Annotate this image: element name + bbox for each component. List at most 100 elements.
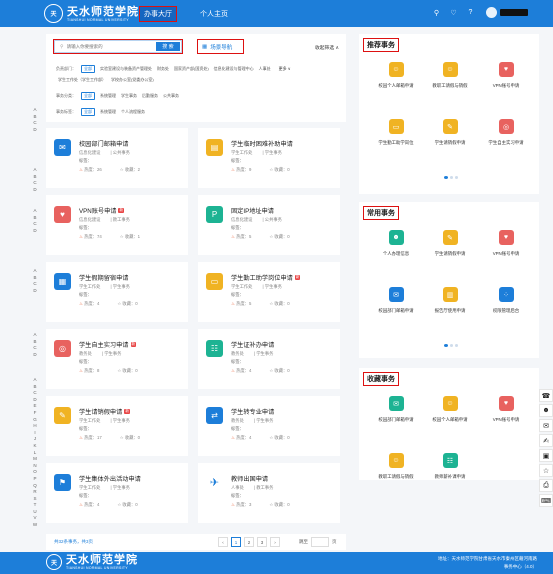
star-icon[interactable]: ☆ xyxy=(117,502,121,507)
service-title[interactable]: 学生临时困难补助申请 xyxy=(231,139,293,148)
alpha-index-letter[interactable]: V xyxy=(32,515,38,522)
dept-option[interactable]: 人事处 xyxy=(259,66,271,72)
panel-service-item[interactable]: ✎ 学生请销假申请 xyxy=(421,119,479,146)
carousel-dot[interactable] xyxy=(444,176,448,179)
dept-option[interactable]: 学生工作处（学生工作部） xyxy=(58,77,106,83)
alpha-index-letter[interactable]: B xyxy=(32,215,38,222)
alpha-index-letter[interactable]: B xyxy=(32,384,38,391)
alpha-index-letter[interactable]: C xyxy=(32,390,38,397)
alpha-index-letter[interactable]: K xyxy=(32,443,38,450)
dept-option[interactable]: 国家资产部(国资处) xyxy=(174,66,209,72)
service-title[interactable]: 学生集体外出活动申请 xyxy=(79,474,141,483)
panel-service-item[interactable]: ▭ 学生勤工助学岗位 xyxy=(367,119,425,146)
dept-option[interactable]: 信息化建设与管理中心 xyxy=(214,66,254,72)
alpha-index-letter[interactable]: A xyxy=(32,377,38,384)
alpha-index-letter[interactable]: R xyxy=(32,489,38,496)
alpha-index-letter[interactable]: A xyxy=(32,167,38,174)
service-title[interactable]: VPN账号申请新 xyxy=(79,206,124,215)
panel-service-item[interactable]: ☺ 教职工请假与销假 xyxy=(421,62,479,89)
type-option[interactable]: 学生事务 xyxy=(121,93,137,99)
alpha-index-letter[interactable]: S xyxy=(32,496,38,503)
dept-more-button[interactable]: 更多 ∨ xyxy=(279,66,291,72)
service-card[interactable]: ▦ 学生假期留宿申请 学生工作处 | 学生事务 标签： ♨ 热度：4 ☆ 收藏：0 xyxy=(46,262,188,322)
panel-service-item[interactable]: ☺ 校园个人邮箱申请 xyxy=(421,396,479,423)
service-card[interactable]: P 固定IP地址申请 信息化建设 | 公共事务 标签： ♨ 热度：5 ☆ 收藏：0 xyxy=(198,195,340,255)
nav-personal-home[interactable]: 个人主页 xyxy=(196,7,232,21)
panel-service-item[interactable]: ♥ VPN账号申请 xyxy=(477,396,535,423)
service-title[interactable]: 学生请销假申请新 xyxy=(79,407,130,416)
type-option[interactable]: 后勤服务 xyxy=(142,93,158,99)
service-title[interactable]: 校园部门邮箱申请 xyxy=(79,139,129,148)
collapse-filter-toggle[interactable]: 收起筛选 ∧ xyxy=(315,44,339,51)
alpha-index-letter[interactable]: A xyxy=(32,332,38,339)
star-icon[interactable]: ☆ xyxy=(269,435,273,440)
star-icon[interactable]: ☆ xyxy=(120,167,124,172)
panel-service-item[interactable]: ♥ VPN账号申请 xyxy=(477,62,535,89)
star-icon[interactable]: ☆ xyxy=(269,301,273,306)
carousel-dots[interactable] xyxy=(444,344,458,347)
alpha-index-letter[interactable]: C xyxy=(32,345,38,352)
user-name-redacted[interactable] xyxy=(500,9,528,16)
service-card[interactable]: ✈ 教师出国申请 人事处 | 教工事务 标签： ♨ 热度：3 ☆ 收藏：0 xyxy=(198,463,340,523)
alpha-index-letter[interactable]: L xyxy=(32,450,38,457)
service-title[interactable]: 学生自主实习申请新 xyxy=(79,340,136,349)
star-icon[interactable]: ☆ xyxy=(117,301,121,306)
service-card[interactable]: ▭ 学生勤工助学岗位申请新学生工作处 | 学生事务 标签： ♨ 热度：5 ☆ 收藏：0 xyxy=(198,262,340,322)
star-icon[interactable]: ☆ xyxy=(269,502,273,507)
alpha-index-letter[interactable]: P xyxy=(32,476,38,483)
user-card-icon[interactable]: ☻ xyxy=(539,404,553,417)
alpha-index-letter[interactable]: B xyxy=(32,339,38,346)
panel-service-item[interactable]: ▥ 报告厅使用申请 xyxy=(421,287,479,314)
service-title[interactable]: 教师出国申请 xyxy=(231,474,268,483)
panel-service-item[interactable]: ✎ 学生请销假申请 xyxy=(421,230,479,257)
bell-icon[interactable]: ♡ xyxy=(449,8,458,17)
alpha-index-letter[interactable]: C xyxy=(32,221,38,228)
carousel-dot[interactable] xyxy=(444,344,448,347)
page-1-button[interactable]: 1 xyxy=(231,537,241,547)
alpha-index-letter[interactable]: D xyxy=(32,397,38,404)
dept-option[interactable]: 全部 xyxy=(81,65,95,73)
alpha-index-letter[interactable]: U xyxy=(32,509,38,516)
star-icon[interactable]: ☆ xyxy=(117,368,121,373)
message-icon[interactable]: ✉ xyxy=(539,419,553,432)
alpha-index-letter[interactable]: G xyxy=(32,417,38,424)
panel-service-item[interactable]: ✉ 校园部门邮箱申请 xyxy=(367,396,425,423)
star-icon[interactable]: ☆ xyxy=(120,234,124,239)
alpha-index-letter[interactable]: C xyxy=(32,281,38,288)
panel-service-item[interactable]: ☺ 教职工请假与销假 xyxy=(367,453,425,480)
star-icon[interactable]: ☆ xyxy=(120,435,124,440)
jump-page-input[interactable] xyxy=(311,537,329,547)
carousel-dot[interactable] xyxy=(450,176,453,179)
alpha-index-letter[interactable]: I xyxy=(32,430,38,437)
alpha-index-letter[interactable]: D xyxy=(32,352,38,359)
school-logo[interactable]: 天 天水师范学院 TIANSHUI NORMAL UNIVERSITY xyxy=(44,4,139,23)
alpha-index-letter[interactable]: D xyxy=(32,187,38,194)
chat-icon[interactable]: ☎ xyxy=(539,389,553,402)
dept-option[interactable]: 学校办公室(党委办公室) xyxy=(111,77,154,83)
next-page-button[interactable]: › xyxy=(270,537,280,547)
alpha-index-letter[interactable]: N xyxy=(32,463,38,470)
service-card[interactable]: ⇄ 学生转专业申请 教务处 | 学生事务 标签： ♨ 热度：4 ☆ 收藏：0 xyxy=(198,396,340,456)
dept-option[interactable]: 财务处 xyxy=(157,66,169,72)
panel-service-item[interactable]: ✉ 校园部门邮箱申请 xyxy=(367,287,425,314)
tag-option[interactable]: 全部 xyxy=(81,108,95,116)
service-card[interactable]: ▤ 学生临时困难补助申请 学生工作处 | 学生事务 标签： ♨ 热度：9 ☆ 收藏：0 xyxy=(198,128,340,188)
alpha-index-letter[interactable]: A xyxy=(32,107,38,114)
alpha-index-letter[interactable]: D xyxy=(32,228,38,235)
type-option[interactable]: 全部 xyxy=(81,92,95,100)
page-3-button[interactable]: 3 xyxy=(257,537,267,547)
type-option[interactable]: 公共事务 xyxy=(163,93,179,99)
nav-service-hall[interactable]: 办事大厅 xyxy=(139,6,177,22)
service-card[interactable]: ◎ 学生自主实习申请新教务处 | 学生事务 标签： ♨ 热度：8 ☆ 收藏：0 xyxy=(46,329,188,389)
star-icon[interactable]: ☆ xyxy=(539,464,553,477)
service-card[interactable]: ♥ VPN账号申请新信息化建设 | 教工事务 标签： ♨ 热度：74 ☆ 收藏：1 xyxy=(46,195,188,255)
alpha-index-letter[interactable]: D xyxy=(32,288,38,295)
keyboard-icon[interactable]: ⌨ xyxy=(539,494,553,507)
star-icon[interactable]: ☆ xyxy=(269,368,273,373)
calendar-icon[interactable]: ▣ xyxy=(539,449,553,462)
star-icon[interactable]: ☆ xyxy=(269,167,273,172)
alpha-index-letter[interactable]: T xyxy=(32,502,38,509)
alpha-index-letter[interactable]: C xyxy=(32,180,38,187)
service-card[interactable]: ⚑ 学生集体外出活动申请 学生工作处 | 学生事务 标签： ♨ 热度：4 ☆ 收藏：0 xyxy=(46,463,188,523)
alpha-index-letter[interactable]: W xyxy=(32,522,38,529)
